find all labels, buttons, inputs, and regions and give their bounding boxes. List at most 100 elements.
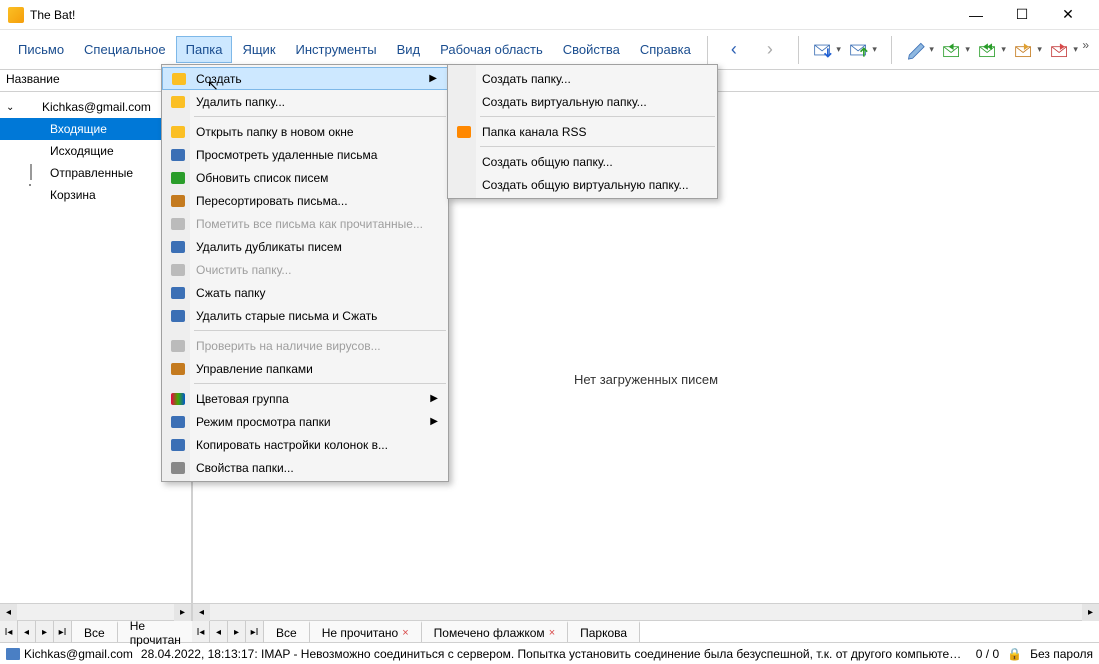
menu-item[interactable]: Папка канала RSS — [448, 120, 717, 143]
menu-item[interactable]: Создать общую виртуальную папку... — [448, 173, 717, 196]
view-icon — [170, 414, 186, 430]
colors-icon — [170, 391, 186, 407]
tab-unread-left[interactable]: Не прочитан — [118, 621, 194, 642]
tab-all[interactable]: Все — [264, 621, 310, 642]
menu-item-label: Просмотреть удаленные письма — [196, 148, 377, 162]
menu-item[interactable]: Пересортировать письма... — [162, 189, 448, 212]
menu-letter[interactable]: Письмо — [8, 36, 74, 63]
menu-item[interactable]: Создать виртуальную папку... — [448, 90, 717, 113]
menu-item-label: Создать общую папку... — [482, 155, 613, 169]
menu-special[interactable]: Специальное — [74, 36, 176, 63]
menu-item[interactable]: Пометить все письма как прочитанные... — [162, 212, 448, 235]
close-button[interactable]: ✕ — [1045, 0, 1091, 30]
folder-icon — [171, 71, 187, 87]
menu-item[interactable]: Проверить на наличие вирусов... — [162, 334, 448, 357]
compress-icon — [170, 285, 186, 301]
redirect-icon[interactable]: ▾ — [1050, 38, 1078, 62]
sent-icon — [30, 165, 46, 181]
folder-label: Отправленные — [50, 166, 133, 180]
menu-item[interactable]: Режим просмотра папки▶ — [162, 410, 448, 433]
folder-label: Входящие — [50, 122, 107, 136]
reply-all-icon[interactable]: ▾ — [978, 38, 1006, 62]
menu-item[interactable]: Создать общую папку... — [448, 150, 717, 173]
receive-mail-icon[interactable]: ▾ — [813, 38, 841, 62]
tab-unread[interactable]: Не прочитано× — [310, 621, 422, 642]
inbox-icon — [30, 121, 46, 137]
menu-item[interactable]: Сжать папку — [162, 281, 448, 304]
menu-item[interactable]: Просмотреть удаленные письма — [162, 143, 448, 166]
menu-item[interactable]: Создать ▶ — [162, 67, 448, 90]
dup-icon — [170, 239, 186, 255]
menu-view[interactable]: Вид — [387, 36, 431, 63]
tab-nav-prev[interactable]: ◂ — [18, 621, 36, 643]
copy-icon — [170, 437, 186, 453]
menu-item[interactable]: Удалить старые письма и Сжать — [162, 304, 448, 327]
menu-item-label: Создать общую виртуальную папку... — [482, 178, 689, 192]
menu-item-label: Свойства папки... — [196, 461, 294, 475]
tab-nav-next[interactable]: ▸ — [228, 621, 246, 643]
lock-icon: 🔒 — [1007, 647, 1022, 661]
tab-nav-last[interactable]: ▸I — [54, 621, 72, 643]
titlebar: The Bat! — ☐ ✕ — [0, 0, 1099, 30]
tab-flagged[interactable]: Помечено флажком× — [422, 621, 568, 642]
compress2-icon — [170, 308, 186, 324]
minimize-button[interactable]: — — [953, 0, 999, 30]
menu-item-label: Очистить папку... — [196, 263, 291, 277]
forward-icon[interactable]: ▾ — [1014, 38, 1042, 62]
menu-mailbox[interactable]: Ящик — [232, 36, 285, 63]
menu-workspace[interactable]: Рабочая область — [430, 36, 553, 63]
tab-parked[interactable]: Паркова — [568, 621, 640, 642]
menu-item[interactable]: Очистить папку... — [162, 258, 448, 281]
status-count: 0 / 0 — [976, 647, 999, 661]
sidebar-hscroll[interactable]: ◂▸ — [0, 603, 191, 620]
menu-item[interactable]: Свойства папки... — [162, 456, 448, 479]
menu-item-label: Пометить все письма как прочитанные... — [196, 217, 423, 231]
content-hscroll[interactable]: ◂▸ — [193, 603, 1099, 620]
compose-icon[interactable]: ▾ — [906, 38, 934, 62]
status-account[interactable]: Kichkas@gmail.com — [6, 647, 133, 661]
maximize-button[interactable]: ☐ — [999, 0, 1045, 30]
menu-item[interactable]: Обновить список писем — [162, 166, 448, 189]
menu-item-label: Управление папками — [196, 362, 313, 376]
account-icon — [6, 648, 20, 660]
props-icon — [170, 460, 186, 476]
toolbar-overflow-icon[interactable]: » — [1082, 38, 1089, 52]
menu-item-label: Обновить список писем — [196, 171, 328, 185]
menu-tools[interactable]: Инструменты — [286, 36, 387, 63]
reply-icon[interactable]: ▾ — [942, 38, 970, 62]
chevron-down-icon[interactable]: ⌄ — [6, 102, 18, 113]
tab-nav-first[interactable]: I◂ — [192, 621, 210, 643]
menu-item[interactable]: Удалить папку... — [162, 90, 448, 113]
menu-item[interactable]: Создать папку... — [448, 67, 717, 90]
menu-item-label: Проверить на наличие вирусов... — [196, 339, 381, 353]
tab-nav-first[interactable]: I◂ — [0, 621, 18, 643]
status-lock: Без пароля — [1030, 647, 1093, 661]
nav-forward-icon[interactable]: › — [756, 38, 784, 62]
menu-item[interactable]: Открыть папку в новом окне — [162, 120, 448, 143]
tab-nav-next[interactable]: ▸ — [36, 621, 54, 643]
tab-all-left[interactable]: Все — [72, 621, 118, 642]
menu-item[interactable]: Удалить дубликаты писем — [162, 235, 448, 258]
menu-help[interactable]: Справка — [630, 36, 701, 63]
menu-item-label: Удалить папку... — [196, 95, 285, 109]
tab-nav-prev[interactable]: ◂ — [210, 621, 228, 643]
folder-menu-dropdown: Создать ▶ Удалить папку... Открыть папку в … — [161, 64, 449, 482]
tab-nav-last[interactable]: ▸I — [246, 621, 264, 643]
menu-item[interactable]: Управление папками — [162, 357, 448, 380]
menu-item-label: Режим просмотра папки — [196, 415, 331, 429]
menu-properties[interactable]: Свойства — [553, 36, 630, 63]
submenu-arrow-icon: ▶ — [429, 73, 437, 84]
outbox-icon — [30, 143, 46, 159]
rss-icon — [456, 124, 472, 140]
send-mail-icon[interactable]: ▾ — [849, 38, 877, 62]
menu-item[interactable]: Копировать настройки колонок в... — [162, 433, 448, 456]
menu-item-label: Сжать папку — [196, 286, 266, 300]
menu-item[interactable]: Цветовая группа▶ — [162, 387, 448, 410]
menu-item-label: Создать виртуальную папку... — [482, 95, 647, 109]
menu-folder[interactable]: Папка — [176, 36, 233, 63]
nav-back-icon[interactable]: ‹ — [720, 38, 748, 62]
menu-item-label: Удалить старые письма и Сжать — [196, 309, 377, 323]
folder-label: Корзина — [50, 188, 96, 202]
menu-item-label: Цветовая группа — [196, 392, 289, 406]
menu-item-label: Создать — [196, 72, 242, 86]
